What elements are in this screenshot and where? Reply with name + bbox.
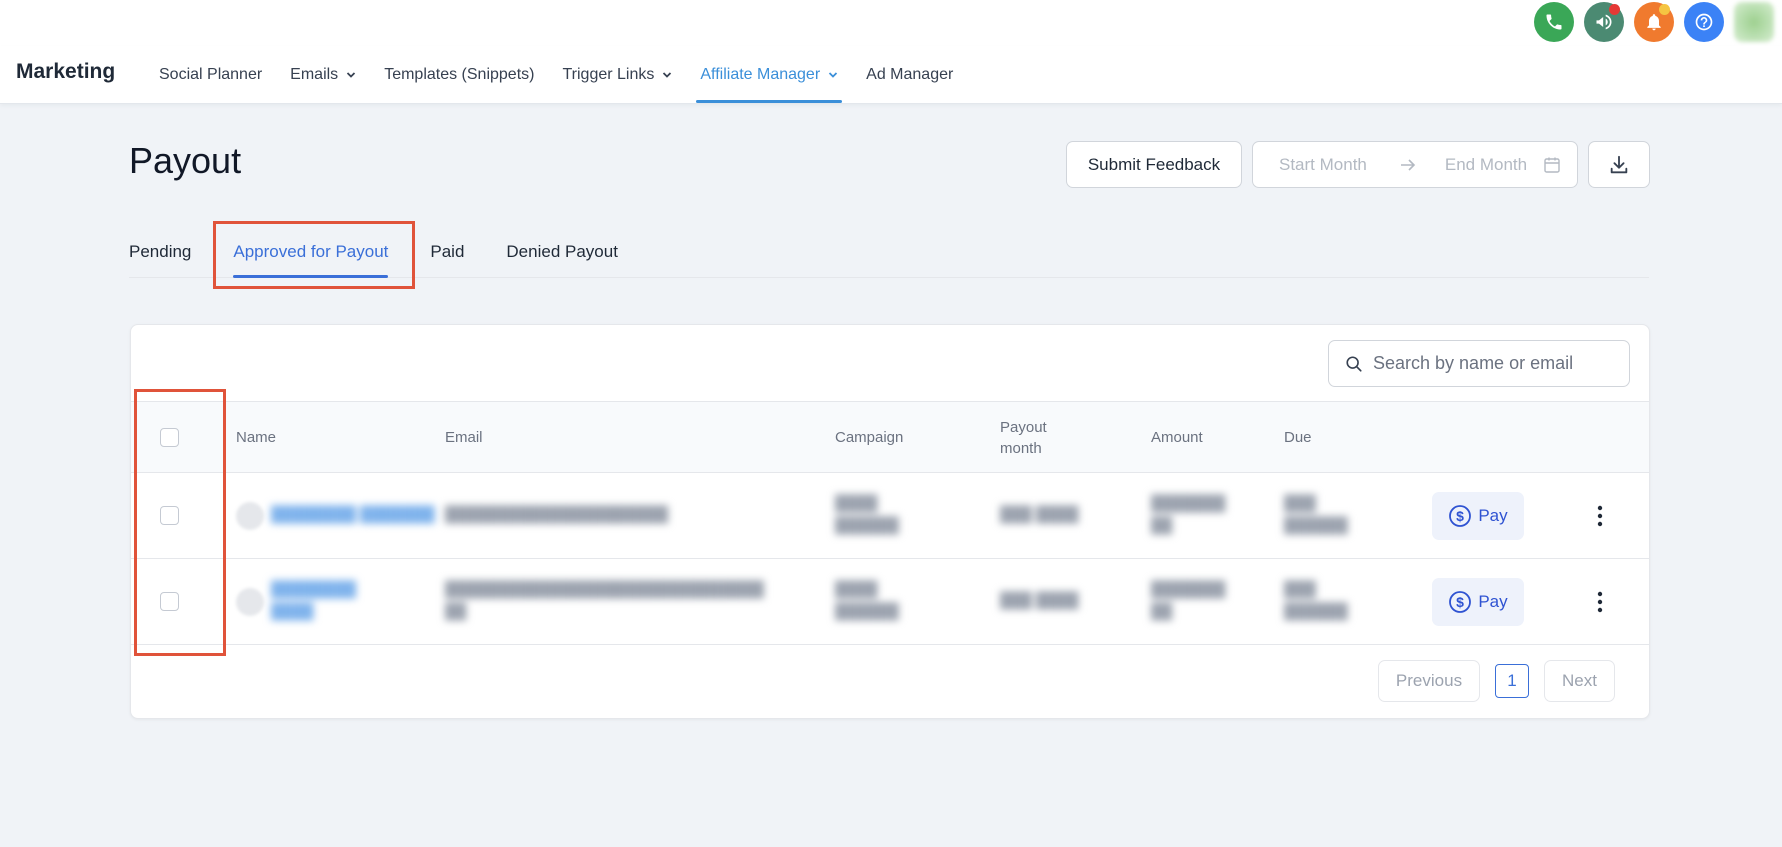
nav-label: Ad Manager [866,66,954,83]
dollar-circle-icon: $ [1449,591,1472,613]
payout-month-redacted: ███ ████ [1000,506,1079,523]
column-header-email[interactable]: Email [445,429,483,446]
nav-item-emails[interactable]: Emails [276,46,370,104]
search-icon [1346,355,1362,372]
column-header-line: Payout [1000,419,1047,436]
email-redacted: ██████████████████████████████ ██ [445,581,764,620]
search-box[interactable] [1328,340,1630,387]
start-month-placeholder[interactable]: Start Month [1279,155,1367,175]
arrow-right-icon [1400,158,1416,171]
row-checkbox[interactable] [160,592,179,611]
page-title: Payout [129,140,242,181]
tab-approved-for-payout[interactable]: Approved for Payout [233,226,388,278]
notification-dot [1659,4,1670,15]
user-avatar[interactable] [1734,2,1774,42]
table-header: Name Email Campaign Payout month Amount … [131,401,1649,473]
nav-item-templates[interactable]: Templates (Snippets) [370,46,548,104]
due-redacted: ███ ██████ [1284,495,1348,534]
amount-redacted: ███████ ██ [1151,581,1226,620]
app-brand: Marketing [16,60,116,83]
help-icon[interactable] [1684,2,1724,42]
nav-label: Trigger Links [562,66,655,83]
column-header-name[interactable]: Name [236,429,276,446]
chevron-down-icon [829,72,838,78]
bell-icon[interactable] [1634,2,1674,42]
payout-table-card: Name Email Campaign Payout month Amount … [130,324,1650,719]
main-navbar: Marketing Social Planner Emails Template… [0,46,1782,104]
svg-text:$: $ [1456,594,1464,610]
email-redacted: █████████████████████ [445,506,669,523]
tab-paid[interactable]: Paid [430,226,464,278]
amount-redacted: ███████ ██ [1151,495,1226,534]
utility-icons [1534,2,1774,42]
megaphone-icon[interactable] [1584,2,1624,42]
table-row: ████████ ███████ █████████████████████ █… [131,473,1649,559]
submit-feedback-button[interactable]: Submit Feedback [1066,141,1242,188]
column-header-amount[interactable]: Amount [1151,429,1203,446]
table-row: ████████ ████ ███████████████████████████… [131,559,1649,645]
previous-page-button[interactable]: Previous [1378,660,1480,702]
payout-tabs: Pending Approved for Payout Paid Denied … [129,226,1649,278]
affiliate-avatar [236,502,264,530]
affiliate-name-redacted[interactable]: ████████ ████ [271,579,356,623]
tab-denied-payout[interactable]: Denied Payout [506,226,618,278]
affiliate-name-redacted[interactable]: ████████ ███████ [271,504,435,526]
nav-items: Social Planner Emails Templates (Snippet… [145,46,967,104]
payout-month-redacted: ███ ████ [1000,592,1079,609]
nav-label: Templates (Snippets) [384,66,535,83]
column-header-line: month [1000,440,1042,457]
pay-button[interactable]: $ Pay [1432,492,1524,540]
pay-label: Pay [1478,506,1508,525]
calendar-icon [1544,157,1560,173]
svg-text:$: $ [1456,508,1464,524]
phone-icon[interactable] [1534,2,1574,42]
pay-label: Pay [1478,592,1508,611]
top-utility-bar [0,0,1782,46]
end-month-placeholder[interactable]: End Month [1445,155,1527,175]
pay-button[interactable]: $ Pay [1432,578,1524,626]
dollar-circle-icon: $ [1449,505,1472,527]
nav-item-affiliate-manager[interactable]: Affiliate Manager [686,46,852,104]
nav-item-trigger-links[interactable]: Trigger Links [548,46,686,104]
chevron-down-icon [663,72,672,78]
nav-label: Emails [290,66,339,83]
notification-dot [1609,4,1620,15]
search-input[interactable] [1373,353,1613,374]
more-options-icon[interactable] [1590,501,1610,531]
download-button[interactable] [1588,141,1650,188]
column-header-due[interactable]: Due [1284,429,1312,446]
chevron-down-icon [347,72,356,78]
month-range-picker[interactable]: Start Month End Month [1252,141,1578,188]
next-page-button[interactable]: Next [1544,660,1615,702]
more-options-icon[interactable] [1590,587,1610,617]
pagination: Previous 1 Next [1378,660,1615,702]
tab-pending[interactable]: Pending [129,226,191,278]
campaign-redacted: ████ ██████ [835,581,899,620]
download-icon [1610,155,1628,173]
due-redacted: ███ ██████ [1284,581,1348,620]
campaign-redacted: ████ ██████ [835,495,899,534]
row-checkbox[interactable] [160,506,179,525]
nav-item-social-planner[interactable]: Social Planner [145,46,276,104]
nav-label: Affiliate Manager [700,66,821,83]
column-header-payout-month[interactable]: Payout month [1000,417,1047,459]
page-number-current[interactable]: 1 [1495,664,1529,698]
affiliate-avatar [236,588,264,616]
nav-label: Social Planner [159,66,263,83]
column-header-campaign[interactable]: Campaign [835,429,903,446]
nav-item-ad-manager[interactable]: Ad Manager [852,46,967,104]
select-all-checkbox[interactable] [160,428,179,447]
